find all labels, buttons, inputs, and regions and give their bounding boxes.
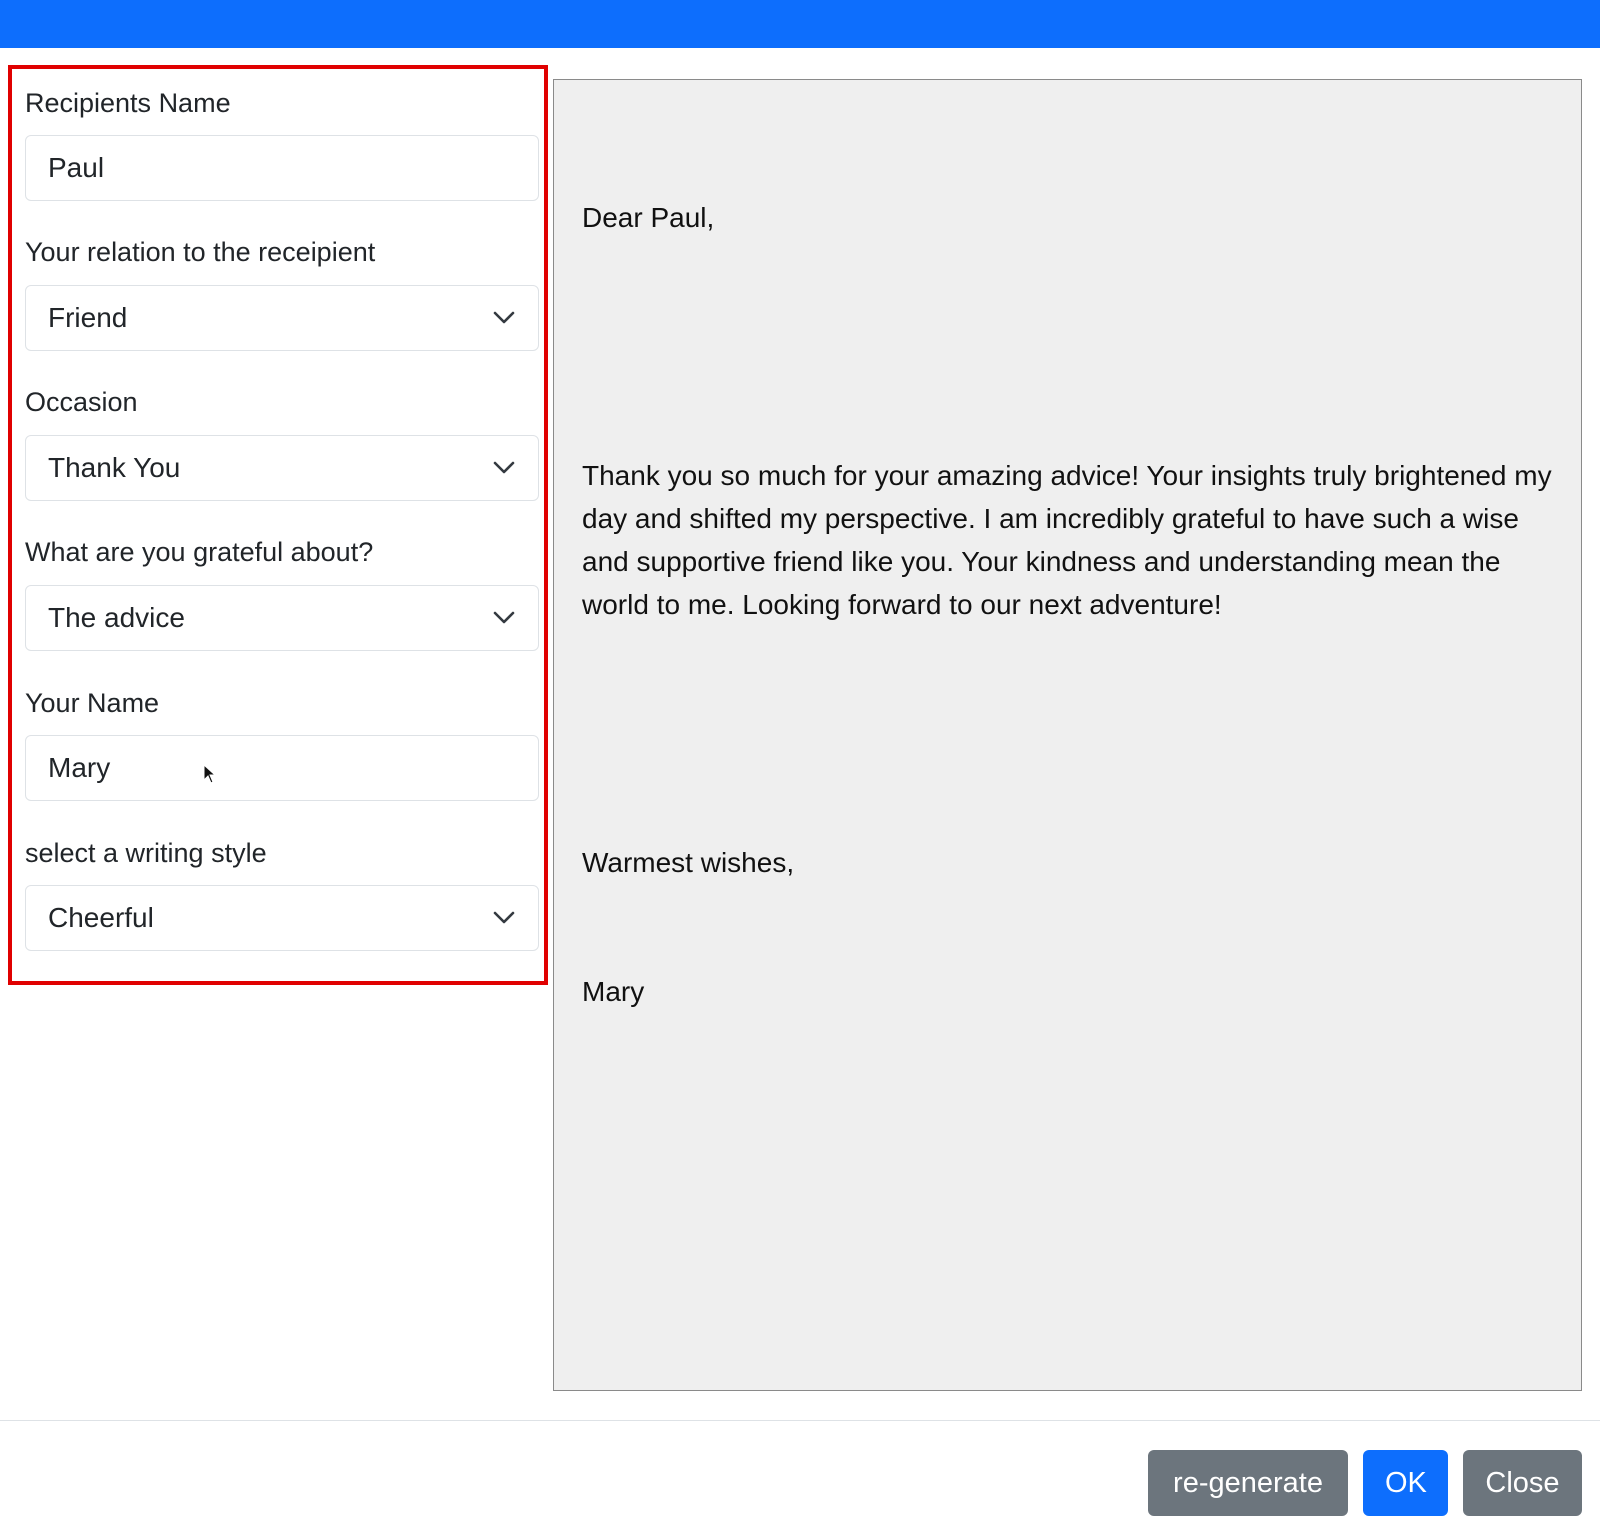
regenerate-button[interactable]: re-generate <box>1148 1450 1348 1516</box>
occasion-selected-value: Thank You <box>48 452 181 483</box>
chevron-down-icon <box>492 606 516 630</box>
resize-handle-icon[interactable] <box>1563 1372 1579 1388</box>
relation-label: Your relation to the receipient <box>25 237 376 267</box>
footer-divider <box>0 1420 1600 1421</box>
chevron-down-icon <box>492 306 516 330</box>
mouse-pointer-icon <box>203 763 217 784</box>
grateful-about-select[interactable]: The advice <box>25 585 539 651</box>
writing-style-select[interactable]: Cheerful <box>25 885 539 951</box>
your-name-label: Your Name <box>25 688 160 718</box>
generated-letter-textarea[interactable]: Dear Paul, Thank you so much for your am… <box>553 79 1582 1391</box>
grateful-about-selected-value: The advice <box>48 602 185 633</box>
recipient-name-label: Recipients Name <box>25 88 231 118</box>
letter-body: Thank you so much for your amazing advic… <box>582 460 1560 620</box>
your-name-input[interactable] <box>25 735 539 801</box>
top-bar <box>0 0 1600 48</box>
ok-button[interactable]: OK <box>1363 1450 1448 1516</box>
occasion-select[interactable]: Thank You <box>25 435 539 501</box>
letter-signature: Mary <box>582 976 645 1007</box>
chevron-down-icon <box>492 456 516 480</box>
relation-selected-value: Friend <box>48 302 128 333</box>
writing-style-label: select a writing style <box>25 838 267 868</box>
chevron-down-icon <box>492 906 516 930</box>
letter-greeting: Dear Paul, <box>582 202 715 233</box>
letter-closing: Warmest wishes, <box>582 847 795 878</box>
relation-select[interactable]: Friend <box>25 285 539 351</box>
close-button[interactable]: Close <box>1463 1450 1582 1516</box>
recipient-name-input[interactable] <box>25 135 539 201</box>
letter-options-form: Recipients Name Your relation to the rec… <box>8 65 548 985</box>
writing-style-selected-value: Cheerful <box>48 902 154 933</box>
grateful-about-label: What are you grateful about? <box>25 537 374 567</box>
occasion-label: Occasion <box>25 387 138 417</box>
